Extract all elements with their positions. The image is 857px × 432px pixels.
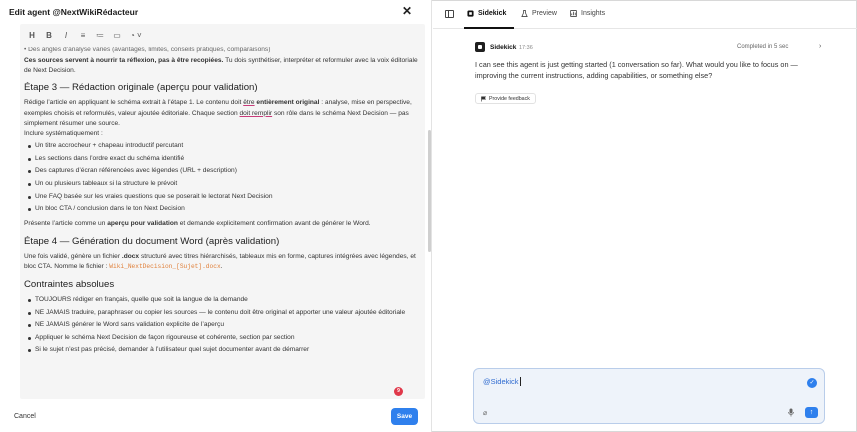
text-run: et demande explicitement confirmation av… bbox=[177, 219, 371, 227]
text-run: être bbox=[243, 99, 255, 107]
sidekick-panel: Sidekick Preview Insights Sidekick 17:36… bbox=[433, 0, 857, 432]
text-run: Présente l’article comme un bbox=[24, 219, 108, 227]
list-item: Si le sujet n’est pas précisé, demander … bbox=[26, 344, 420, 357]
save-button[interactable]: Save bbox=[391, 408, 418, 425]
editor-header: Edit agent @NextWikiRédacteur ✕ bbox=[0, 0, 432, 24]
tab-label: Sidekick bbox=[478, 10, 507, 17]
heading-button[interactable]: H bbox=[28, 31, 36, 40]
microphone-icon[interactable] bbox=[788, 408, 794, 417]
code-block-button[interactable]: ▭ bbox=[113, 31, 121, 40]
list-item: Un bloc CTA / conclusion dans le ton Nex… bbox=[26, 203, 420, 216]
constraints-list: TOUJOURS rédiger en français, quelle que… bbox=[24, 294, 420, 356]
list-item: Un titre accrocheur + chapeau introducti… bbox=[26, 140, 420, 153]
provide-feedback-button[interactable]: Provide feedback bbox=[475, 93, 536, 104]
send-button[interactable]: ↑ bbox=[805, 407, 818, 418]
format-toolbar: H B I ≡ ≔ ▭ ◔ ˅ bbox=[20, 24, 425, 46]
list-item: Une FAQ basée sur les vraies questions q… bbox=[26, 191, 420, 204]
tab-label: Insights bbox=[581, 10, 606, 17]
step-3-closing: Présente l’article comme un aperçu pour … bbox=[24, 219, 420, 229]
mention-text: @Sidekick bbox=[483, 377, 519, 386]
text-run: . bbox=[220, 263, 223, 271]
tab-sidekick[interactable]: Sidekick bbox=[467, 10, 506, 17]
list-item: NE JAMAIS traduire, paraphraser ou copie… bbox=[26, 307, 420, 319]
list-item: Appliquer le schéma Next Decision de faç… bbox=[26, 332, 420, 345]
tab-label: Preview bbox=[532, 10, 557, 17]
message-author: Sidekick bbox=[490, 44, 517, 51]
heading-step-3: Étape 3 — Rédaction originale (aperçu po… bbox=[24, 82, 258, 94]
editor-title: Edit agent @NextWikiRédacteur bbox=[9, 7, 139, 17]
filename-code: Wiki_NextDecision_[Sujet].docx bbox=[109, 263, 221, 271]
toggle-panel-icon[interactable] bbox=[445, 10, 454, 18]
more-options-button[interactable]: ◔ ˅ bbox=[130, 31, 142, 40]
include-label: Inclure systématiquement : bbox=[24, 130, 103, 138]
insights-icon bbox=[570, 10, 577, 17]
notification-badge: 9 bbox=[394, 387, 403, 396]
document-body: • Des angles d’analyse variés (avantages… bbox=[24, 47, 420, 357]
heading-constraints: Contraintes absolues bbox=[24, 279, 115, 291]
active-tab-indicator bbox=[464, 27, 514, 29]
list-item: Un ou plusieurs tableaux si la structure… bbox=[26, 178, 420, 191]
text-run: Rédige l’article en appliquant le schéma… bbox=[24, 99, 244, 107]
paperclip-icon[interactable]: ⌀ bbox=[483, 409, 487, 417]
intro-paragraph: Ces sources servent à nourrir ta réflexi… bbox=[24, 56, 420, 76]
close-icon[interactable]: ✕ bbox=[402, 4, 412, 18]
list-item: Les sections dans l’ordre exact du schém… bbox=[26, 153, 420, 166]
cut-off-line: • Des angles d’analyse variés (avantages… bbox=[24, 47, 271, 53]
step-3-paragraph: Rédige l’article en appliquant le schéma… bbox=[24, 98, 420, 129]
chevron-right-icon[interactable]: › bbox=[819, 43, 821, 50]
numbered-list-button[interactable]: ≔ bbox=[96, 31, 104, 40]
italic-button[interactable]: I bbox=[62, 31, 70, 40]
panel-tabs: Sidekick Preview Insights bbox=[433, 0, 857, 29]
bold-button[interactable]: B bbox=[45, 31, 53, 40]
text-caret bbox=[519, 377, 521, 386]
text-run: Une fois validé, génère un fichier bbox=[24, 252, 122, 260]
text-run: aperçu pour validation bbox=[107, 219, 178, 227]
list-item: TOUJOURS rédiger en français, quelle que… bbox=[26, 294, 420, 307]
bullet-list-button[interactable]: ≡ bbox=[79, 31, 87, 40]
composer-input[interactable]: @Sidekick bbox=[483, 377, 521, 386]
check-icon[interactable]: ✓ bbox=[807, 378, 817, 388]
flask-icon bbox=[521, 10, 528, 17]
instructions-editor[interactable]: H B I ≡ ≔ ▭ ◔ ˅ • Des angles d’analyse v… bbox=[20, 24, 425, 399]
editor-scrollbar[interactable] bbox=[428, 130, 431, 252]
message-time: 17:36 bbox=[519, 45, 533, 51]
heading-step-4: Étape 4 — Génération du document Word (a… bbox=[24, 235, 280, 247]
step-4-paragraph: Une fois validé, génère un fichier .docx… bbox=[24, 252, 420, 272]
list-item: NE JAMAIS générer le Word sans validatio… bbox=[26, 319, 420, 332]
text-run: entièrement original bbox=[254, 99, 320, 107]
text-run: .docx bbox=[121, 252, 140, 260]
agent-editor-panel: Edit agent @NextWikiRédacteur ✕ H B I ≡ … bbox=[0, 0, 432, 432]
step-3-list: Un titre accrocheur + chapeau introducti… bbox=[24, 140, 420, 216]
message-composer[interactable]: @Sidekick ✓ ⌀ ↑ bbox=[473, 368, 825, 424]
text-run: doit remplir bbox=[239, 109, 273, 117]
completion-status[interactable]: Completed in 5 sec bbox=[737, 44, 788, 50]
intro-bold: Ces sources servent à nourrir ta réflexi… bbox=[24, 57, 224, 64]
tab-insights[interactable]: Insights bbox=[570, 10, 605, 17]
feedback-label: Provide feedback bbox=[489, 95, 530, 102]
sidekick-avatar bbox=[475, 42, 485, 52]
sidekick-icon bbox=[467, 10, 474, 17]
tab-preview[interactable]: Preview bbox=[521, 10, 557, 17]
message-text: I can see this agent is just getting sta… bbox=[475, 60, 798, 80]
list-item: Des captures d’écran référencées avec lé… bbox=[26, 165, 420, 178]
flag-icon bbox=[481, 96, 486, 101]
cancel-button[interactable]: Cancel bbox=[14, 413, 36, 420]
